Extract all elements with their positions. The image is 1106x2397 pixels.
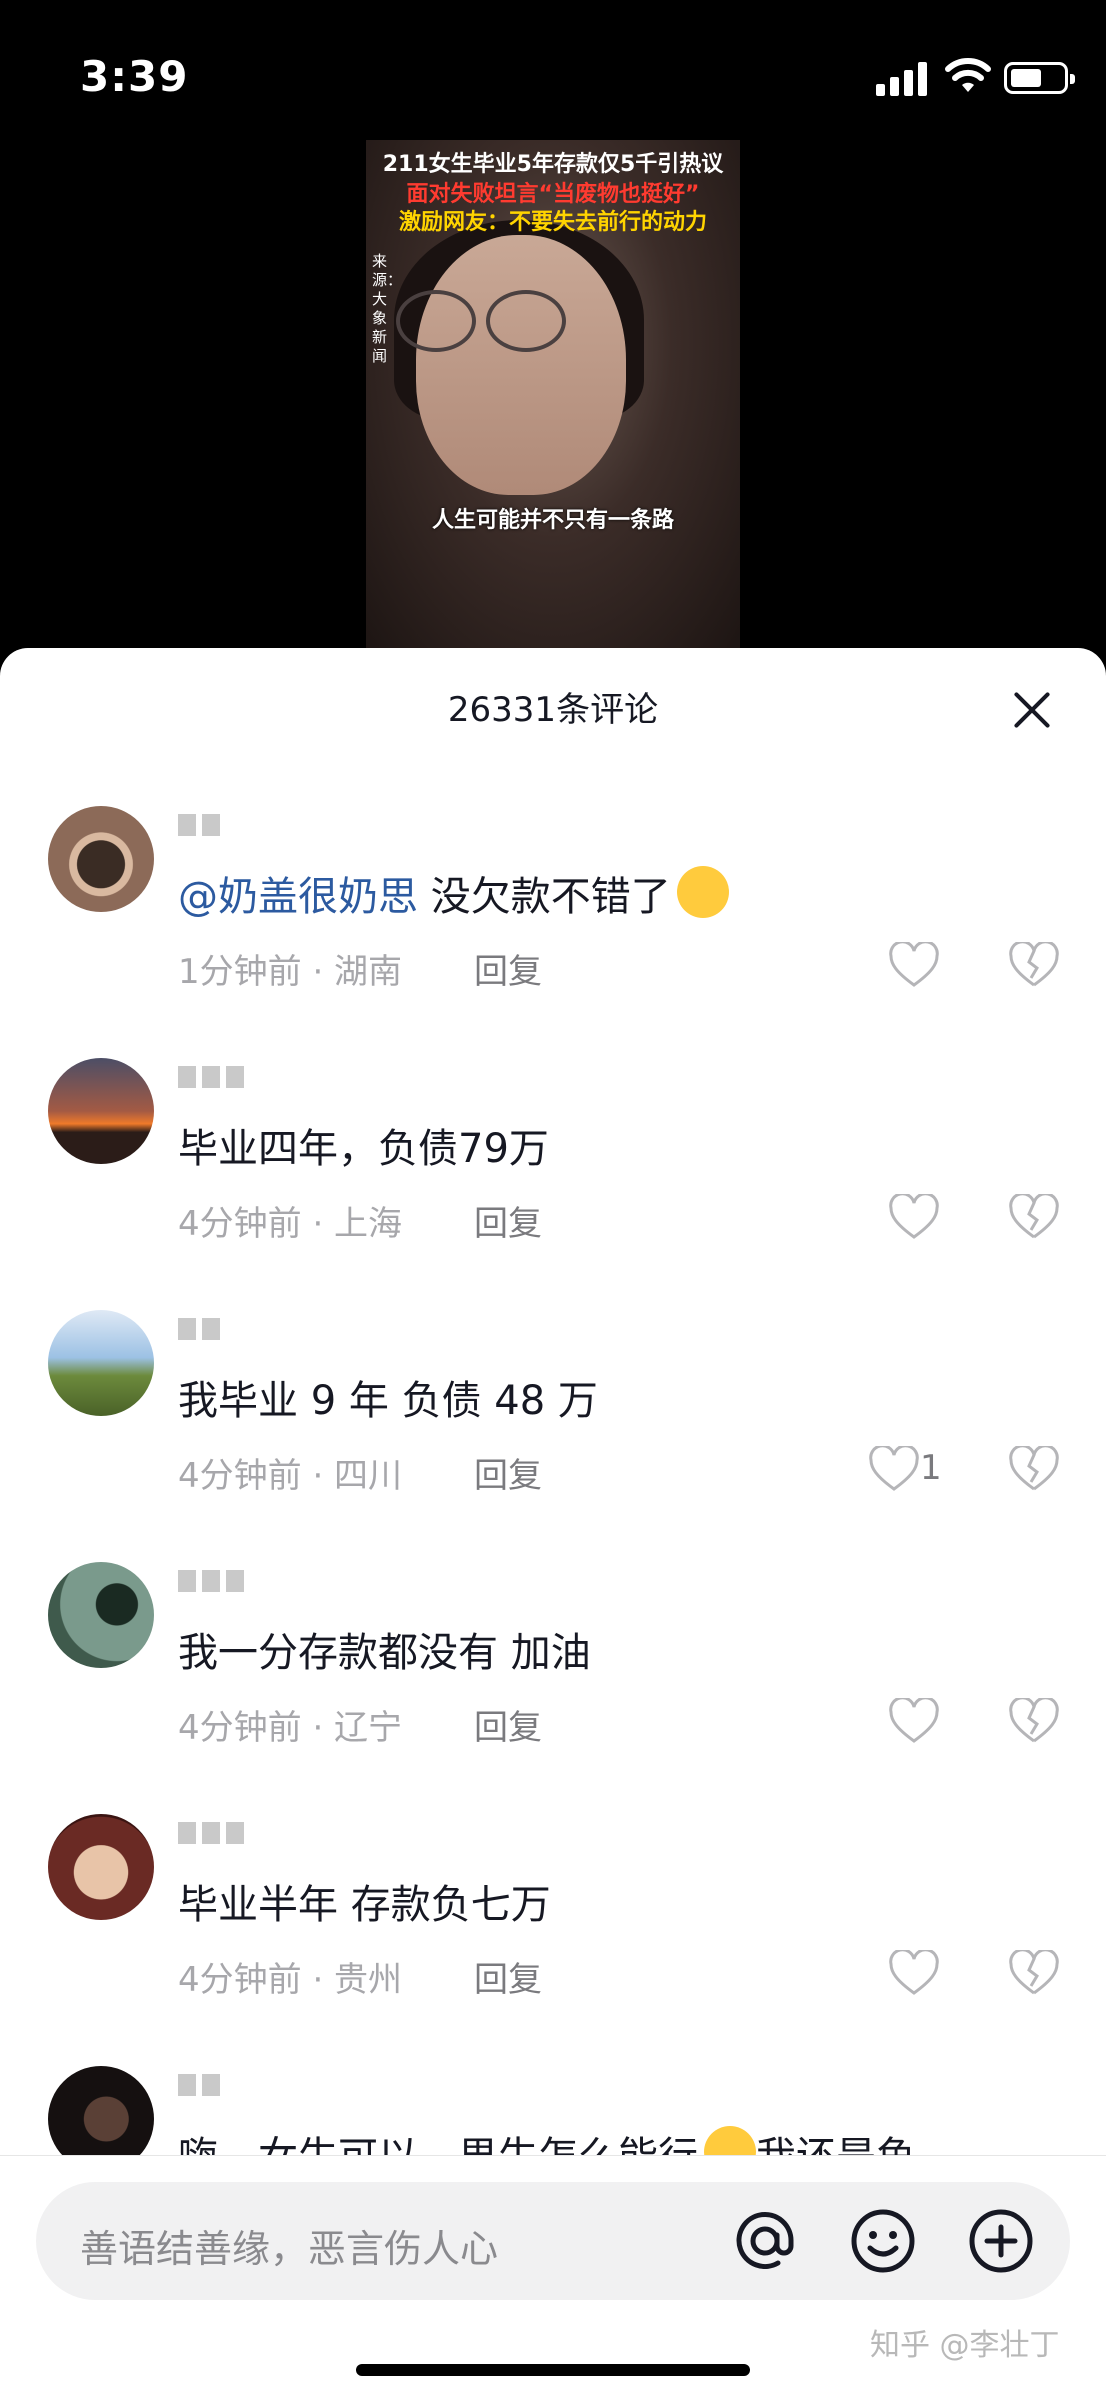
avatar[interactable]	[48, 1814, 154, 1920]
comment-time-location: 4分钟前 · 辽宁	[178, 1708, 403, 1748]
username[interactable]	[178, 1570, 250, 1606]
heart-icon[interactable]	[888, 1698, 940, 1746]
comment-time-location: 4分钟前 · 上海	[178, 1204, 403, 1244]
reply-button[interactable]: 回复	[474, 944, 542, 993]
home-indicator[interactable]	[356, 2364, 750, 2376]
broken-heart-icon[interactable]	[1008, 942, 1060, 990]
video-thumbnail[interactable]: 211女生毕业5年存款仅5千引热议 面对失败坦言“当废物也挺好” 激励网友：不要…	[366, 140, 740, 650]
heart-icon[interactable]	[868, 1446, 920, 1494]
reply-button[interactable]: 回复	[474, 1448, 542, 1497]
close-icon[interactable]	[1006, 684, 1062, 740]
heart-icon[interactable]	[888, 1194, 940, 1242]
cellular-signal-icon	[876, 60, 928, 96]
comment-item: 毕业半年 存款负七万 4分钟前 · 贵州 回复	[0, 1814, 1106, 2064]
avatar[interactable]	[48, 806, 154, 912]
comment-time-location: 4分钟前 · 四川	[178, 1456, 403, 1496]
video-caption-sub: 激励网友：不要失去前行的动力	[398, 210, 707, 235]
comment-text: 我毕业 9 年 负债 48 万	[178, 1378, 598, 1424]
reply-button[interactable]: 回复	[474, 1952, 542, 2001]
add-icon[interactable]	[966, 2206, 1036, 2276]
comment-item: 我一分存款都没有 加油 4分钟前 · 辽宁 回复	[0, 1562, 1106, 1812]
avatar[interactable]	[48, 1562, 154, 1668]
laugh-cry-emoji-icon	[676, 866, 729, 918]
comment-text: 毕业四年，负债79万	[178, 1126, 549, 1172]
username[interactable]	[178, 814, 226, 850]
comment-text: 我一分存款都没有 加油	[178, 1630, 591, 1676]
comment-count-title: 26331条评论	[447, 690, 659, 730]
comment-sheet: 26331条评论 @奶盖很奶思 没欠款不错了 1分钟前 · 湖南 回复 毕业四年…	[0, 648, 1106, 2397]
comment-time-location: 4分钟前 · 贵州	[178, 1960, 403, 2000]
comment-text: @奶盖很奶思 没欠款不错了	[178, 864, 729, 922]
comment-item: 毕业四年，负债79万 4分钟前 · 上海 回复	[0, 1058, 1106, 1308]
comment-input[interactable]: 善语结善缘，恶言伤人心	[36, 2182, 1070, 2300]
broken-heart-icon[interactable]	[1008, 1950, 1060, 1998]
comment-item: @奶盖很奶思 没欠款不错了 1分钟前 · 湖南 回复	[0, 806, 1106, 1056]
video-source: 来源：大象新闻	[372, 252, 403, 365]
reply-button[interactable]: 回复	[474, 1700, 542, 1749]
broken-heart-icon[interactable]	[1008, 1698, 1060, 1746]
battery-icon	[1004, 62, 1075, 94]
at-icon[interactable]	[730, 2206, 800, 2276]
comment-item: 我毕业 9 年 负债 48 万 4分钟前 · 四川 回复 1	[0, 1310, 1106, 1560]
username[interactable]	[178, 1066, 250, 1102]
watermark: 知乎 @李壮丁	[870, 2328, 1060, 2363]
broken-heart-icon[interactable]	[1008, 1194, 1060, 1242]
comment-text: 毕业半年 存款负七万	[178, 1882, 551, 1928]
comment-input-placeholder: 善语结善缘，恶言伤人心	[80, 2227, 499, 2271]
mention-link[interactable]: @奶盖很奶思	[178, 874, 418, 920]
username[interactable]	[178, 1822, 250, 1858]
avatar[interactable]	[48, 1058, 154, 1164]
comment-sheet-header: 26331条评论	[0, 648, 1106, 768]
status-bar: 3:39	[0, 0, 1106, 140]
emoji-icon[interactable]	[848, 2206, 918, 2276]
like-count: 1	[920, 1448, 942, 1488]
status-time: 3:39	[80, 52, 189, 101]
video-subtitle: 人生可能并不只有一条路	[431, 508, 674, 533]
avatar[interactable]	[48, 1310, 154, 1416]
heart-icon[interactable]	[888, 1950, 940, 1998]
video-caption-title: 211女生毕业5年存款仅5千引热议	[382, 152, 724, 177]
heart-icon[interactable]	[888, 942, 940, 990]
username[interactable]	[178, 2074, 226, 2110]
reply-button[interactable]: 回复	[474, 1196, 542, 1245]
comment-time-location: 1分钟前 · 湖南	[178, 952, 403, 992]
wifi-icon	[945, 58, 991, 92]
username[interactable]	[178, 1318, 226, 1354]
broken-heart-icon[interactable]	[1008, 1446, 1060, 1494]
